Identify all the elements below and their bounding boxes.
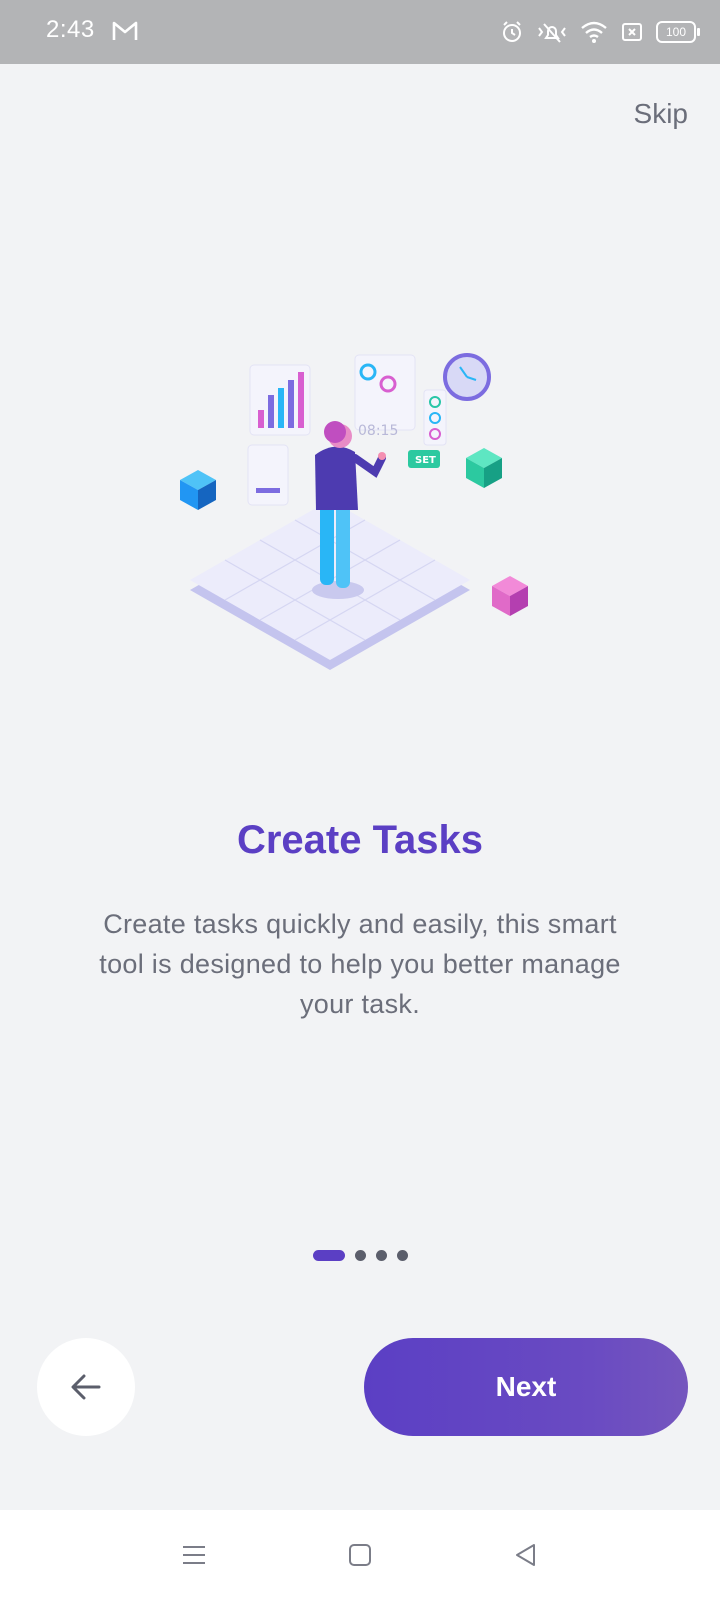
navigation-bar [0,1510,720,1600]
vibrate-mute-icon [538,23,566,43]
alarm-icon [503,21,521,42]
set-badge-text: SET [415,455,436,466]
skip-button[interactable]: Skip [634,98,688,130]
page-dot [354,1250,366,1261]
status-bar: 2:43 100 [0,0,720,64]
menu-icon [183,1546,205,1564]
battery-icon: 100 [656,21,700,43]
timer-text: 08:15 [358,423,398,439]
status-icons: 100 [500,18,700,46]
home-square-icon [349,1544,371,1566]
back-button[interactable] [37,1338,135,1436]
onboarding-title: Create Tasks [236,818,484,862]
page-dot-active [312,1250,345,1261]
next-button[interactable]: Next [364,1338,688,1436]
page-dot [396,1250,408,1261]
home-button[interactable] [337,1532,383,1578]
arrow-left-icon [71,1374,101,1400]
menu-button[interactable] [171,1532,217,1578]
onboarding-description: Create tasks quickly and easily, this sm… [99,909,621,1019]
gmail-icon [112,21,138,40]
page-dot [375,1250,387,1261]
status-time: 2:43 [46,16,95,43]
no-sim-icon [622,23,642,41]
page-indicator [0,1250,720,1261]
wifi-icon [581,21,607,43]
onboarding-illustration: 08:15 SET [180,353,528,670]
back-triangle-icon [516,1544,535,1566]
system-back-button[interactable] [503,1532,549,1578]
